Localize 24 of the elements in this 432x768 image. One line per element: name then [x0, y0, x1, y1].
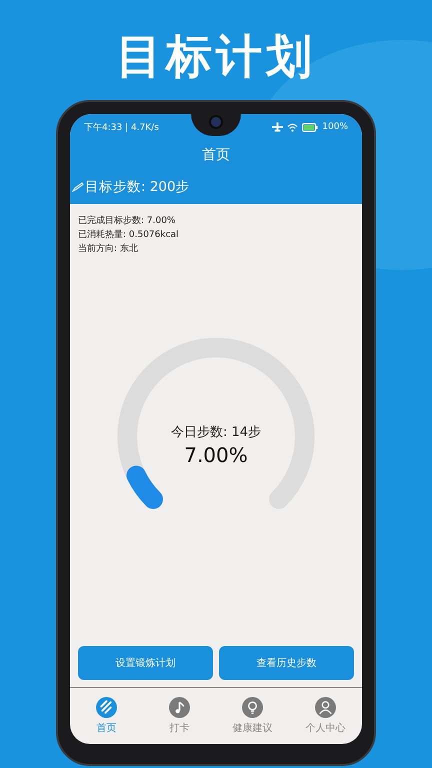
person-icon [315, 697, 336, 718]
tab[interactable]: 打卡 [143, 688, 216, 744]
battery-icon [302, 122, 318, 132]
tab[interactable]: 首页 [70, 688, 143, 744]
tab[interactable]: 个人中心 [289, 688, 362, 744]
lightbulb-icon [242, 697, 263, 718]
music-note-icon [169, 697, 190, 718]
headline: 目标计划 [116, 28, 316, 85]
progress-percent: 7.00% [184, 443, 248, 467]
pencil-icon [72, 182, 84, 192]
tab[interactable]: 健康建议 [216, 688, 289, 744]
stat-line: 已消耗热量: 0.5076kcal [78, 229, 180, 242]
today-steps: 今日步数: 14步 [170, 423, 262, 441]
battery-level: 100% [322, 122, 348, 132]
goal-steps: 目标步数: 200步 [85, 178, 190, 196]
wifi-icon [287, 122, 298, 132]
stat-line: 已完成目标步数: 7.00% [78, 215, 176, 228]
action-button[interactable]: 设置锻炼计划 [78, 646, 213, 680]
stat-line: 当前方向: 东北 [78, 243, 139, 256]
striped-circle-icon [96, 697, 117, 718]
page-title: 首页 [202, 146, 230, 164]
camera-icon [209, 115, 223, 129]
action-button[interactable]: 查看历史步数 [219, 646, 354, 680]
status-time: 下午4:33 | 4.7K/s [84, 122, 159, 134]
